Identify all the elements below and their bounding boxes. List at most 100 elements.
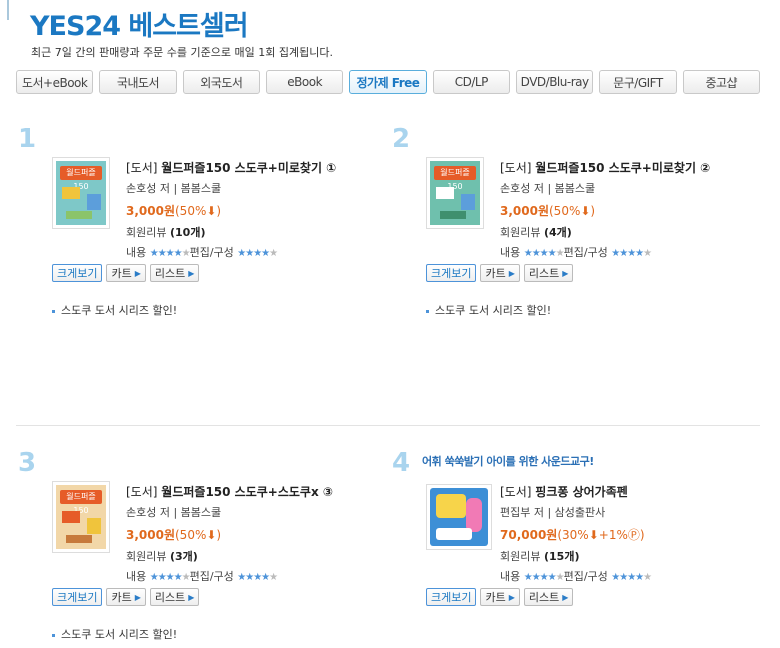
tab-stationery-gift[interactable]: 문구/GIFT	[599, 70, 677, 94]
cart-button[interactable]: 카트 ▶	[106, 588, 146, 606]
cart-button-label: 카트	[111, 267, 132, 280]
price-amount: 70,000원	[500, 528, 558, 542]
tab-price-free[interactable]: 정가제 Free	[349, 70, 427, 94]
item-note-link[interactable]: 스도쿠 도서 시리즈 할인!	[426, 302, 551, 318]
item-author: 손호성 저 | 봄봄스쿨	[126, 182, 222, 195]
zoom-button[interactable]: 크게보기	[52, 264, 103, 282]
cover-title: 월드퍼즐150	[60, 166, 102, 191]
book-thumbnail[interactable]: 월드퍼즐150	[52, 157, 110, 229]
bullet-icon	[52, 633, 55, 637]
content-rating-label: 내용	[126, 570, 147, 583]
note-text: 스도쿠 도서 시리즈 할인!	[61, 304, 178, 317]
zoom-button[interactable]: 크게보기	[426, 588, 477, 606]
list-button-label: 리스트	[154, 267, 186, 280]
rank-number: 4	[392, 448, 411, 478]
review-label: 회원리뷰	[126, 226, 167, 239]
item-price: 3,000원(50%⬇)	[126, 526, 221, 543]
item-price: 3,000원(50%⬇)	[126, 202, 221, 219]
rank-number: 3	[18, 448, 37, 478]
cover-title: 월드퍼즐150	[434, 166, 476, 191]
item-ratings: 내용 ★★★★★편집/구성 ★★★★★	[500, 568, 652, 584]
page-subtitle: 최근 7일 간의 판매량과 주문 수를 기준으로 매일 1회 집계됩니다.	[31, 46, 333, 59]
arrow-right-icon: ▶	[562, 268, 569, 278]
item-buttons: 크게보기 카트 ▶ 리스트 ▶	[426, 588, 574, 606]
list-button[interactable]: 리스트 ▶	[149, 264, 200, 282]
item-review[interactable]: 회원리뷰 (4개)	[500, 224, 572, 240]
list-button[interactable]: 리스트 ▶	[523, 264, 574, 282]
page-title: YES24 베스트셀러	[30, 11, 249, 42]
arrow-right-icon: ▶	[134, 268, 141, 278]
book-thumbnail[interactable]: 월드퍼즐150	[52, 481, 110, 553]
category-tabs: 도서+eBook 국내도서 외국도서 eBook 정가제 Free CD/LP …	[16, 70, 760, 94]
book-cover-image: 월드퍼즐150	[56, 485, 106, 549]
review-count: (3개)	[169, 550, 198, 563]
item-name: 핑크퐁 상어가족펜	[535, 485, 628, 499]
rank-number: 1	[18, 124, 37, 154]
bullet-icon	[426, 309, 429, 313]
item-title-link[interactable]: [도서] 월드퍼즐150 스도쿠+스도쿠x ③	[126, 483, 333, 500]
product-thumbnail[interactable]	[426, 484, 492, 550]
review-count: (15개)	[543, 550, 580, 563]
list-button[interactable]: 리스트 ▶	[149, 588, 200, 606]
design-rating-label: 편집/구성	[563, 570, 608, 583]
zoom-button[interactable]: 크게보기	[52, 588, 103, 606]
design-stars-icon: ★★★★★	[611, 248, 652, 259]
cart-button[interactable]: 카트 ▶	[106, 264, 146, 282]
price-discount: (30%⬇+1%Ⓟ)	[557, 528, 645, 542]
list-button-label: 리스트	[528, 591, 560, 604]
item-review[interactable]: 회원리뷰 (3개)	[126, 548, 198, 564]
bestseller-item: 1 월드퍼즐150 [도서] 월드퍼즐150 스도쿠+미로찾기 ① 손호성 저 …	[18, 124, 378, 324]
item-name: 월드퍼즐150 스도쿠+스도쿠x ③	[161, 485, 334, 499]
cart-button-label: 카트	[485, 267, 506, 280]
cart-button[interactable]: 카트 ▶	[480, 588, 520, 606]
tab-used-shop[interactable]: 중고샵	[682, 70, 760, 94]
item-author: 손호성 저 | 봄봄스쿨	[500, 182, 596, 195]
content-stars-icon: ★★★★★	[523, 572, 565, 583]
item-review[interactable]: 회원리뷰 (15개)	[500, 548, 579, 564]
arrow-right-icon: ▶	[134, 592, 141, 602]
list-button[interactable]: 리스트 ▶	[523, 588, 574, 606]
tab-ebook[interactable]: eBook	[265, 70, 344, 94]
cart-button-label: 카트	[485, 591, 506, 604]
tab-dvd-bluray[interactable]: DVD/Blu-ray	[515, 70, 594, 94]
review-label: 회원리뷰	[500, 226, 541, 239]
item-price: 70,000원(30%⬇+1%Ⓟ)	[500, 526, 645, 543]
item-author: 손호성 저 | 봄봄스쿨	[126, 506, 222, 519]
price-discount: (50%⬇)	[549, 204, 596, 218]
item-note-link[interactable]: 스도쿠 도서 시리즈 할인!	[52, 302, 177, 318]
cart-button[interactable]: 카트 ▶	[480, 264, 520, 282]
promo-headline-link[interactable]: 어휘 쑥쑥발기 아이를 위한 사운드교구!	[422, 453, 594, 469]
review-label: 회원리뷰	[126, 550, 167, 563]
content-stars-icon: ★★★★★	[149, 572, 191, 583]
arrow-right-icon: ▶	[508, 268, 515, 278]
item-title-link[interactable]: [도서] 월드퍼즐150 스도쿠+미로찾기 ②	[500, 159, 710, 176]
item-name: 월드퍼즐150 스도쿠+미로찾기 ①	[161, 161, 337, 175]
bestseller-item: 4 어휘 쑥쑥발기 아이를 위한 사운드교구! [도서] 핑크퐁 상어가족펜 편…	[392, 448, 752, 648]
item-title-link[interactable]: [도서] 핑크퐁 상어가족펜	[500, 483, 628, 500]
design-rating-label: 편집/구성	[563, 246, 608, 259]
design-rating-label: 편집/구성	[189, 246, 234, 259]
price-discount: (50%⬇)	[175, 204, 222, 218]
bestseller-item: 3 월드퍼즐150 [도서] 월드퍼즐150 스도쿠+스도쿠x ③ 손호성 저 …	[18, 448, 378, 648]
item-review[interactable]: 회원리뷰 (10개)	[126, 224, 205, 240]
note-text: 스도쿠 도서 시리즈 할인!	[435, 304, 552, 317]
book-cover-image: 월드퍼즐150	[430, 161, 480, 225]
book-thumbnail[interactable]: 월드퍼즐150	[426, 157, 484, 229]
item-title-link[interactable]: [도서] 월드퍼즐150 스도쿠+미로찾기 ①	[126, 159, 336, 176]
zoom-button[interactable]: 크게보기	[426, 264, 477, 282]
item-category: [도서]	[500, 485, 532, 499]
tab-cd-lp[interactable]: CD/LP	[432, 70, 510, 94]
item-ratings: 내용 ★★★★★편집/구성 ★★★★★	[500, 244, 652, 260]
design-stars-icon: ★★★★★	[237, 572, 278, 583]
item-category: [도서]	[126, 161, 158, 175]
list-button-label: 리스트	[528, 267, 560, 280]
item-category: [도서]	[500, 161, 532, 175]
tab-domestic-books[interactable]: 국내도서	[99, 70, 177, 94]
review-label: 회원리뷰	[500, 550, 541, 563]
tab-book-ebook[interactable]: 도서+eBook	[16, 70, 94, 94]
item-ratings: 내용 ★★★★★편집/구성 ★★★★★	[126, 568, 278, 584]
content-rating-label: 내용	[500, 246, 521, 259]
bestseller-item: 2 월드퍼즐150 [도서] 월드퍼즐150 스도쿠+미로찾기 ② 손호성 저 …	[392, 124, 752, 324]
design-stars-icon: ★★★★★	[237, 248, 278, 259]
tab-foreign-books[interactable]: 외국도서	[182, 70, 260, 94]
